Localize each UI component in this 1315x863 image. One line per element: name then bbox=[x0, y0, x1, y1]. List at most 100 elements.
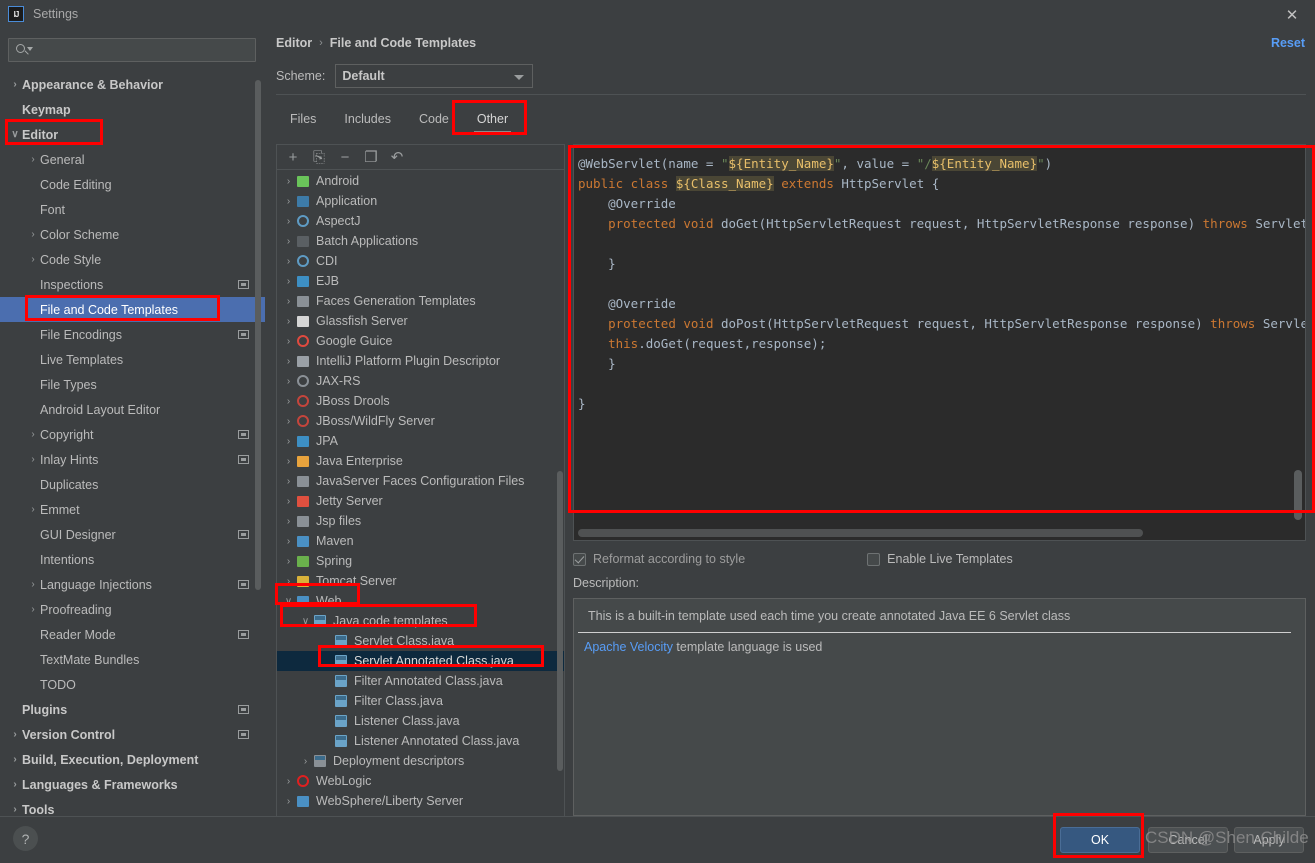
scheme-dropdown[interactable]: Default bbox=[335, 64, 534, 88]
template-tree-row[interactable]: › Jsp files bbox=[277, 511, 564, 531]
code-vertical-scrollbar-thumb[interactable] bbox=[1294, 470, 1302, 520]
template-tree-row[interactable]: › Jetty Server bbox=[277, 491, 564, 511]
chevron-right-icon[interactable]: › bbox=[299, 756, 312, 767]
breadcrumb-parent[interactable]: Editor bbox=[276, 36, 312, 50]
chevron-right-icon[interactable]: › bbox=[26, 229, 40, 240]
template-tree-row[interactable]: › Application bbox=[277, 191, 564, 211]
template-tree-row[interactable]: ›Servlet Annotated Class.java bbox=[277, 651, 564, 671]
template-tree-row[interactable]: › Java Enterprise bbox=[277, 451, 564, 471]
reformat-checkbox[interactable]: Reformat according to style bbox=[573, 552, 745, 566]
template-code-text[interactable]: @WebServlet(name = "${Entity_Name}", val… bbox=[574, 145, 1305, 528]
chevron-right-icon[interactable]: › bbox=[26, 604, 40, 615]
sidebar-item-android-layout-editor[interactable]: ›Android Layout Editor bbox=[0, 397, 265, 422]
sidebar-item-gui-designer[interactable]: ›GUI Designer bbox=[0, 522, 265, 547]
chevron-right-icon[interactable]: › bbox=[282, 416, 295, 427]
sidebar-item-todo[interactable]: ›TODO bbox=[0, 672, 265, 697]
chevron-right-icon[interactable]: › bbox=[26, 454, 40, 465]
template-tree-row[interactable]: › Tomcat Server bbox=[277, 571, 564, 591]
template-tree-row[interactable]: › Android bbox=[277, 171, 564, 191]
template-tree-row[interactable]: › IntelliJ Platform Plugin Descriptor bbox=[277, 351, 564, 371]
template-tree-row[interactable]: › Batch Applications bbox=[277, 231, 564, 251]
chevron-right-icon[interactable]: › bbox=[282, 536, 295, 547]
sidebar-item-file-types[interactable]: ›File Types bbox=[0, 372, 265, 397]
template-tree-row[interactable]: › CDI bbox=[277, 251, 564, 271]
chevron-right-icon[interactable]: › bbox=[8, 79, 22, 90]
template-tree-row[interactable]: › Deployment descriptors bbox=[277, 751, 564, 771]
apache-velocity-link[interactable]: Apache Velocity bbox=[584, 640, 673, 654]
sidebar-item-copyright[interactable]: › Copyright bbox=[0, 422, 265, 447]
chevron-right-icon[interactable]: › bbox=[282, 516, 295, 527]
template-tree-row[interactable]: › AspectJ bbox=[277, 211, 564, 231]
sidebar-item-tools[interactable]: › Tools bbox=[0, 797, 265, 817]
add-template-button[interactable]: + bbox=[282, 147, 304, 168]
template-tree-row[interactable]: › JAX-RS bbox=[277, 371, 564, 391]
sidebar-item-font[interactable]: ›Font bbox=[0, 197, 265, 222]
sidebar-item-code-editing[interactable]: ›Code Editing bbox=[0, 172, 265, 197]
sidebar-item-version-control[interactable]: › Version Control bbox=[0, 722, 265, 747]
live-templates-checkbox[interactable]: Enable Live Templates bbox=[867, 552, 1013, 566]
sidebar-scrollbar-thumb[interactable] bbox=[255, 80, 261, 590]
template-tree-row[interactable]: › Faces Generation Templates bbox=[277, 291, 564, 311]
chevron-right-icon[interactable]: › bbox=[26, 579, 40, 590]
sidebar-item-reader-mode[interactable]: ›Reader Mode bbox=[0, 622, 265, 647]
ok-button[interactable]: OK bbox=[1060, 827, 1140, 853]
sidebar-item-duplicates[interactable]: ›Duplicates bbox=[0, 472, 265, 497]
chevron-right-icon[interactable]: › bbox=[26, 254, 40, 265]
checkbox-checked-icon[interactable] bbox=[573, 552, 586, 566]
remove-template-button[interactable]: − bbox=[334, 147, 356, 168]
chevron-right-icon[interactable]: › bbox=[282, 236, 295, 247]
sidebar-item-code-style[interactable]: › Code Style bbox=[0, 247, 265, 272]
template-tree-row[interactable]: › Google Guice bbox=[277, 331, 564, 351]
help-icon[interactable]: ? bbox=[13, 826, 38, 851]
chevron-right-icon[interactable]: › bbox=[282, 176, 295, 187]
sidebar-item-file-and-code-templates[interactable]: ›File and Code Templates bbox=[0, 297, 265, 322]
chevron-right-icon[interactable]: › bbox=[282, 196, 295, 207]
chevron-right-icon[interactable]: › bbox=[26, 429, 40, 440]
search-input[interactable] bbox=[30, 42, 255, 58]
tab-code[interactable]: Code bbox=[405, 104, 463, 134]
chevron-right-icon[interactable]: › bbox=[282, 396, 295, 407]
template-code-editor[interactable]: @WebServlet(name = "${Entity_Name}", val… bbox=[573, 144, 1306, 541]
chevron-down-icon[interactable]: ∨ bbox=[282, 596, 295, 607]
chevron-right-icon[interactable]: › bbox=[282, 576, 295, 587]
sidebar-item-textmate-bundles[interactable]: ›TextMate Bundles bbox=[0, 647, 265, 672]
template-tree-row[interactable]: › Spring bbox=[277, 551, 564, 571]
sidebar-item-intentions[interactable]: ›Intentions bbox=[0, 547, 265, 572]
chevron-right-icon[interactable]: › bbox=[26, 504, 40, 515]
template-tree-row[interactable]: › WebSphere/Liberty Server bbox=[277, 791, 564, 811]
template-tree-scrollbar[interactable] bbox=[557, 171, 563, 816]
template-tree-row[interactable]: › Maven bbox=[277, 531, 564, 551]
sidebar-item-proofreading[interactable]: › Proofreading bbox=[0, 597, 265, 622]
sidebar-item-general[interactable]: › General bbox=[0, 147, 265, 172]
template-tree-row[interactable]: › WebLogic bbox=[277, 771, 564, 791]
chevron-right-icon[interactable]: › bbox=[282, 336, 295, 347]
template-tree-row[interactable]: › JavaServer Faces Configuration Files bbox=[277, 471, 564, 491]
sidebar-item-plugins[interactable]: ›Plugins bbox=[0, 697, 265, 722]
chevron-right-icon[interactable]: › bbox=[282, 456, 295, 467]
chevron-right-icon[interactable]: › bbox=[282, 776, 295, 787]
sidebar-item-editor[interactable]: ∨ Editor bbox=[0, 122, 265, 147]
close-icon[interactable]: ✕ bbox=[1277, 4, 1307, 26]
reset-template-button[interactable]: ↶ bbox=[386, 147, 408, 168]
search-box[interactable] bbox=[8, 38, 256, 62]
sidebar-item-file-encodings[interactable]: ›File Encodings bbox=[0, 322, 265, 347]
chevron-down-icon[interactable]: ∨ bbox=[8, 129, 22, 140]
tab-other[interactable]: Other bbox=[463, 104, 522, 134]
cancel-button[interactable]: Cancel bbox=[1148, 827, 1228, 853]
tab-includes[interactable]: Includes bbox=[330, 104, 405, 134]
duplicate-template-button[interactable]: ❐ bbox=[360, 147, 382, 168]
template-tree-row[interactable]: ›Servlet Class.java bbox=[277, 631, 564, 651]
chevron-right-icon[interactable]: › bbox=[282, 356, 295, 367]
checkbox-unchecked-icon[interactable] bbox=[867, 552, 881, 566]
chevron-down-icon[interactable]: ∨ bbox=[299, 616, 312, 627]
template-tree-row[interactable]: ∨ Web bbox=[277, 591, 564, 611]
sidebar-item-keymap[interactable]: ›Keymap bbox=[0, 97, 265, 122]
template-tree-row[interactable]: › Glassfish Server bbox=[277, 311, 564, 331]
chevron-right-icon[interactable]: › bbox=[282, 276, 295, 287]
template-tree-row[interactable]: ›Filter Class.java bbox=[277, 691, 564, 711]
chevron-right-icon[interactable]: › bbox=[282, 436, 295, 447]
copy-template-button[interactable]: ⎘ bbox=[308, 147, 330, 168]
tab-files[interactable]: Files bbox=[276, 104, 330, 134]
chevron-right-icon[interactable]: › bbox=[8, 729, 22, 740]
sidebar-item-language-injections[interactable]: › Language Injections bbox=[0, 572, 265, 597]
